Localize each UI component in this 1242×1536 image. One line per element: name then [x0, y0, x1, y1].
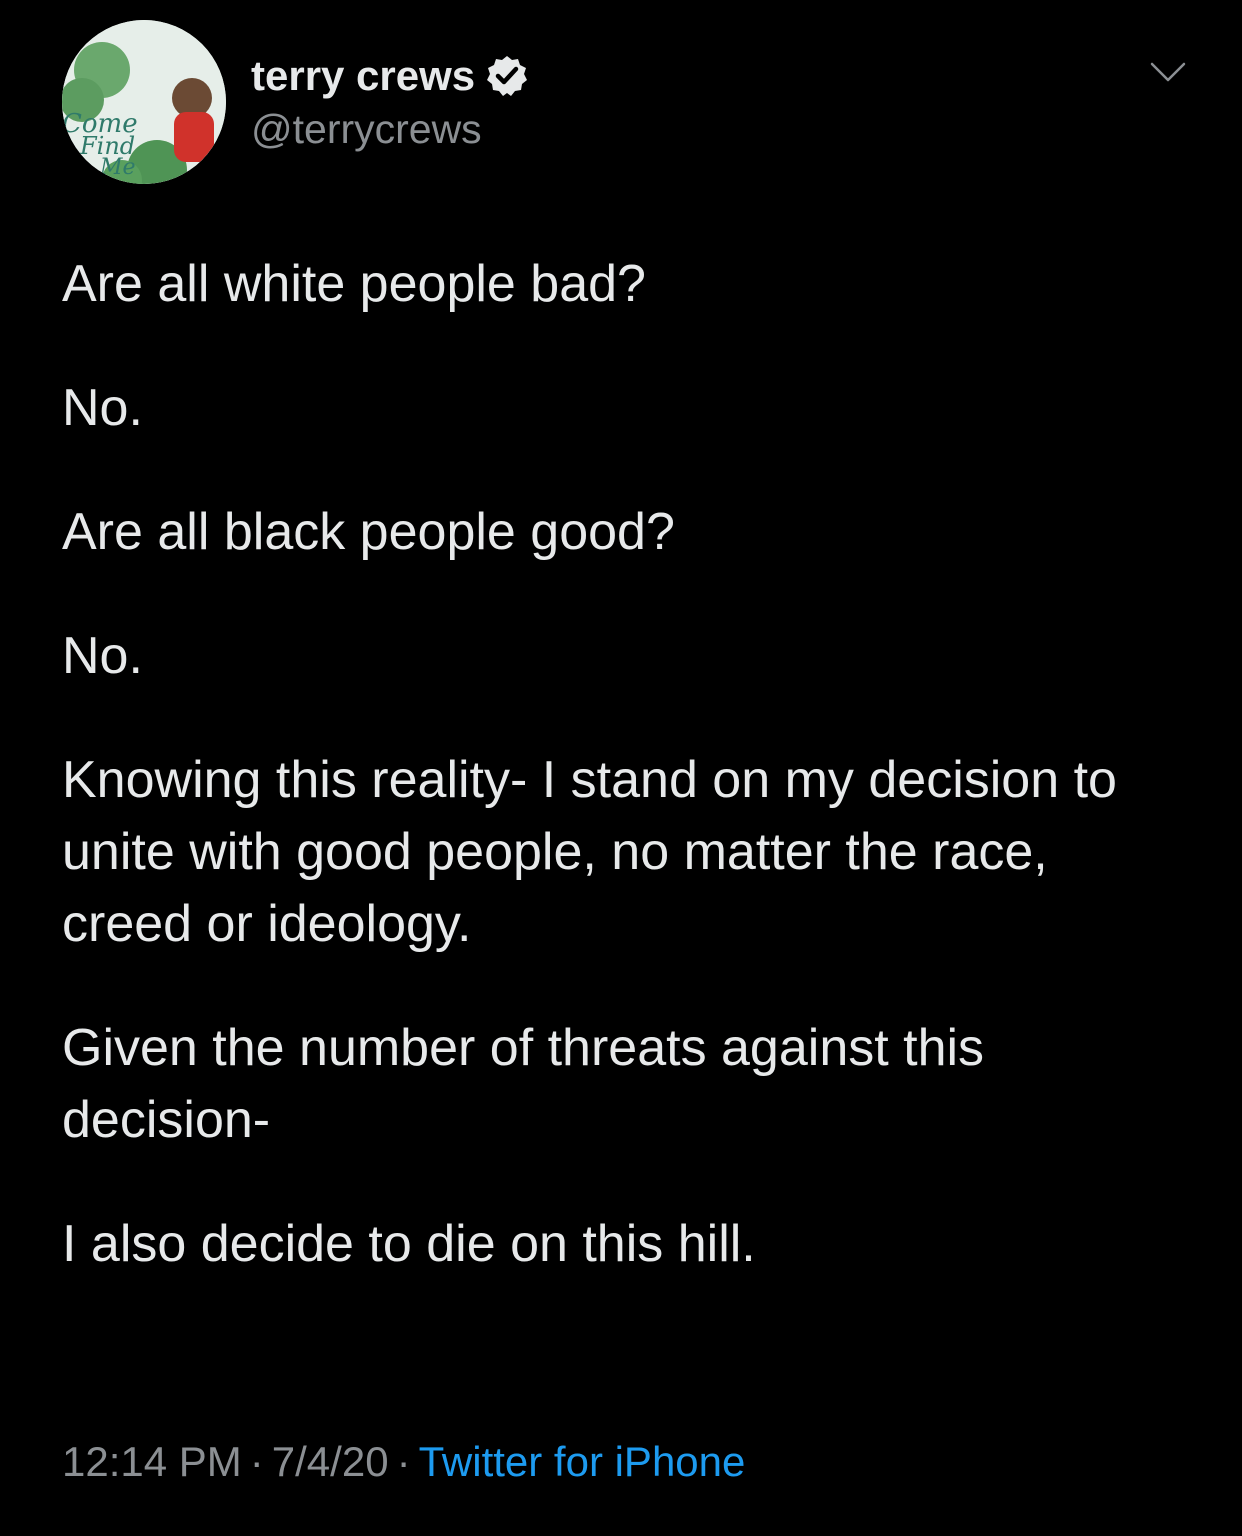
tweet-paragraph: I also decide to die on this hill.: [62, 1215, 756, 1273]
separator-dot: ·: [249, 1438, 264, 1485]
tweet: Come Find Me terry crews @terrycrews Are…: [0, 0, 1242, 1536]
tweet-paragraph: No.: [62, 379, 143, 437]
avatar-image: Come Find Me: [62, 20, 226, 184]
author-handle[interactable]: @terrycrews: [251, 106, 529, 153]
tweet-paragraph: Are all white people bad?: [62, 255, 646, 313]
avatar-text-3: Me: [99, 155, 136, 180]
tweet-paragraph: Given the number of threats against this…: [62, 1019, 985, 1149]
tweet-date[interactable]: 7/4/20: [272, 1438, 389, 1485]
tweet-paragraph: Knowing this reality- I stand on my deci…: [62, 751, 1117, 953]
tweet-paragraph: No.: [62, 627, 143, 685]
author-block[interactable]: terry crews @terrycrews: [251, 48, 529, 153]
tweet-source-link[interactable]: Twitter for iPhone: [419, 1438, 746, 1485]
tweet-paragraph: Are all black people good?: [62, 503, 675, 561]
tweet-text: Are all white people bad? No. Are all bl…: [62, 248, 1182, 1332]
separator-dot: ·: [396, 1438, 411, 1485]
author-display-name[interactable]: terry crews: [251, 52, 475, 100]
tweet-time[interactable]: 12:14 PM: [62, 1438, 242, 1485]
verified-badge-icon: [487, 56, 528, 96]
tweet-metadata: 12:14 PM · 7/4/20 · Twitter for iPhone: [62, 1438, 745, 1486]
chevron-down-icon[interactable]: [1150, 60, 1186, 84]
author-name-row: terry crews: [251, 48, 529, 104]
avatar[interactable]: Come Find Me: [62, 20, 226, 184]
